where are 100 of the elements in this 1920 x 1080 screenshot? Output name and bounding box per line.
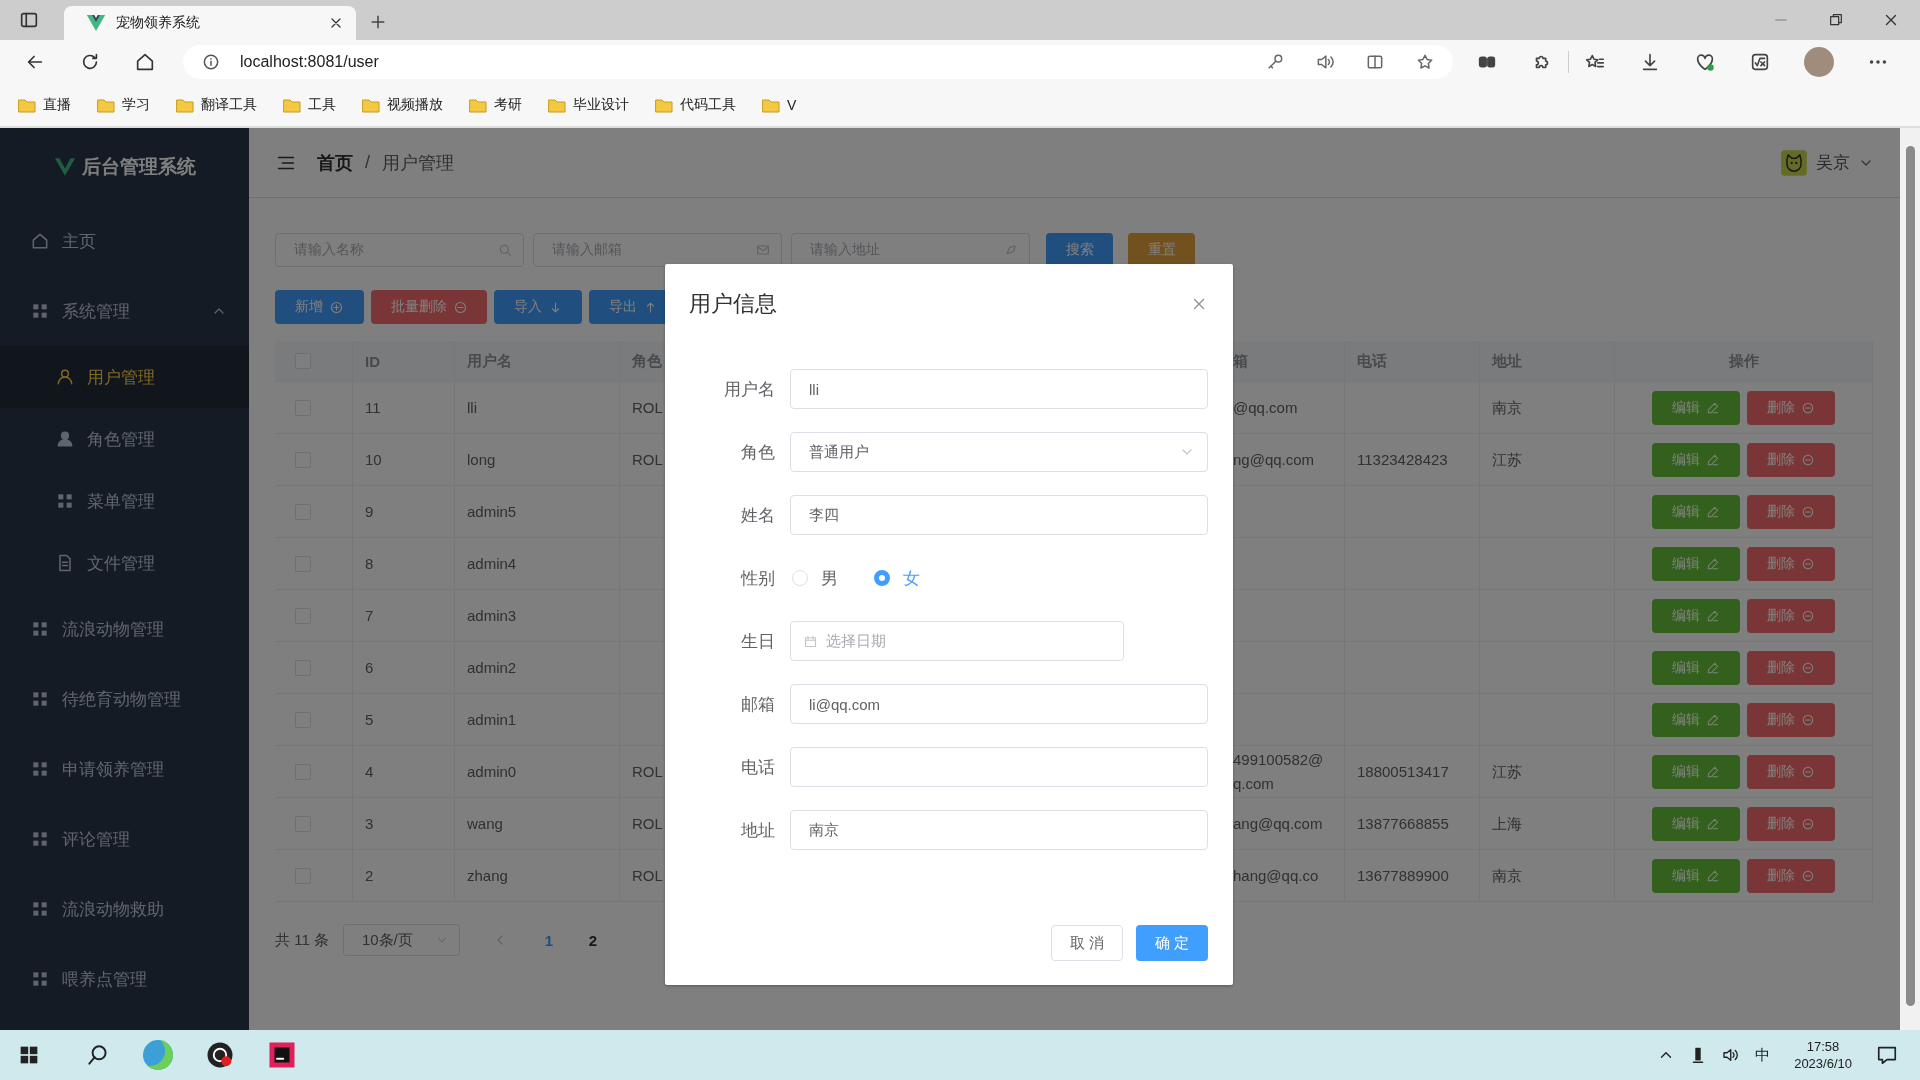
- tab-title: 宠物领养系统: [116, 14, 201, 32]
- import-button[interactable]: 导入: [494, 290, 582, 324]
- delete-button[interactable]: 删除: [1747, 442, 1835, 477]
- text-field[interactable]: 李四: [790, 495, 1208, 535]
- delete-button[interactable]: 删除: [1747, 702, 1835, 737]
- sidebar-item[interactable]: 申请领养管理: [0, 734, 249, 804]
- bookmark[interactable]: 学习: [97, 96, 150, 114]
- breadcrumb-item[interactable]: 首页: [317, 150, 353, 175]
- radio-button[interactable]: [874, 570, 890, 586]
- edit-button[interactable]: 编辑: [1652, 754, 1740, 789]
- address-field[interactable]: localhost:8081/user: [183, 45, 1453, 79]
- select-field[interactable]: 普通用户: [790, 432, 1208, 472]
- bookmark[interactable]: 工具: [283, 96, 336, 114]
- clock-date[interactable]: 2023/6/10: [1794, 1055, 1852, 1072]
- edit-button[interactable]: 编辑: [1652, 806, 1740, 841]
- text-field[interactable]: li@qq.com: [790, 684, 1208, 724]
- bookmark-label: V: [787, 97, 797, 113]
- delete-button[interactable]: 删除: [1747, 390, 1835, 425]
- sidebar-item[interactable]: 文件管理: [0, 532, 249, 594]
- delete-button[interactable]: 删除: [1747, 858, 1835, 893]
- delete-button[interactable]: 删除: [1747, 650, 1835, 685]
- bookmark[interactable]: 翻译工具: [176, 96, 257, 114]
- date-field[interactable]: 选择日期: [790, 621, 1124, 661]
- sidebar-item[interactable]: 流浪动物救助: [0, 874, 249, 944]
- clock-time[interactable]: 17:58: [1806, 1038, 1840, 1055]
- field-label: 用户名: [723, 378, 776, 401]
- device-icon[interactable]: [1691, 1046, 1706, 1064]
- sidebar-item[interactable]: 喂养点管理: [0, 944, 249, 1014]
- bookmark[interactable]: V: [762, 97, 797, 113]
- volume-icon[interactable]: [1721, 1046, 1740, 1064]
- info-icon[interactable]: [201, 52, 221, 72]
- text-field[interactable]: lli: [790, 369, 1208, 409]
- page-size-select[interactable]: 10条/页: [342, 924, 460, 956]
- search-button[interactable]: 搜索: [1046, 232, 1113, 267]
- sidebar-item[interactable]: 评论管理: [0, 804, 249, 874]
- table-cell-text: ng@qq.com: [1233, 449, 1315, 470]
- math-icon[interactable]: [1749, 51, 1771, 73]
- split-screen-icon[interactable]: [1365, 52, 1385, 72]
- sidebar-item[interactable]: 流浪动物管理: [0, 594, 249, 664]
- person-icon: [55, 429, 75, 449]
- delete-button[interactable]: 删除: [1747, 754, 1835, 789]
- calendar-icon: [803, 633, 818, 649]
- scrollbar-thumb[interactable]: [1906, 146, 1915, 1006]
- page-number[interactable]: 1: [537, 931, 560, 949]
- delete-button[interactable]: 删除: [1747, 806, 1835, 841]
- text-field[interactable]: [790, 747, 1208, 787]
- edit-button[interactable]: 编辑: [1652, 494, 1740, 529]
- table-cell-text: 上海: [1492, 813, 1522, 834]
- sidebar-item[interactable]: 菜单管理: [0, 470, 249, 532]
- bookmark[interactable]: 直播: [18, 96, 71, 114]
- table-cell-text: 499100582@ q.com: [1233, 749, 1324, 794]
- recorder-app-icon[interactable]: [205, 1040, 235, 1070]
- breadcrumb-item: 用户管理: [382, 151, 454, 175]
- bookmark[interactable]: 代码工具: [655, 96, 736, 114]
- sidebar-item[interactable]: 用户管理: [0, 346, 249, 408]
- sidebar-item[interactable]: 主页: [0, 206, 249, 276]
- user-name[interactable]: 吴京: [1816, 151, 1850, 174]
- key-icon[interactable]: [1265, 52, 1285, 72]
- add-button[interactable]: 新增: [275, 290, 364, 324]
- sidebar-item[interactable]: 系统管理: [0, 276, 249, 346]
- scrollbar[interactable]: [1900, 128, 1920, 1030]
- radio-label[interactable]: 女: [903, 566, 920, 590]
- page-number[interactable]: 2: [581, 931, 604, 949]
- delete-button[interactable]: 删除: [1747, 598, 1835, 633]
- confirm-button[interactable]: 确 定: [1136, 925, 1208, 961]
- sidebar-item[interactable]: 待绝育动物管理: [0, 664, 249, 734]
- edit-button[interactable]: 编辑: [1652, 858, 1740, 893]
- minus-circle-icon: [1801, 608, 1815, 623]
- restore-icon[interactable]: [1828, 12, 1844, 28]
- batch-delete-button[interactable]: 批量删除: [371, 290, 487, 324]
- browser-tab[interactable]: 宠物领养系统: [64, 6, 356, 40]
- edit-button[interactable]: 编辑: [1652, 390, 1740, 425]
- sidebar-item[interactable]: 角色管理: [0, 408, 249, 470]
- profile-avatar[interactable]: [1804, 47, 1834, 77]
- reset-button[interactable]: 重置: [1128, 232, 1195, 267]
- field-label: 性别: [739, 567, 776, 590]
- edit-button[interactable]: 编辑: [1652, 442, 1740, 477]
- bookmark[interactable]: 考研: [469, 96, 522, 114]
- ide-app-icon[interactable]: [267, 1040, 297, 1070]
- edit-button[interactable]: 编辑: [1652, 650, 1740, 685]
- cancel-button[interactable]: 取 消: [1051, 925, 1123, 961]
- radio-label[interactable]: 男: [821, 566, 838, 590]
- edit-button[interactable]: 编辑: [1652, 546, 1740, 581]
- star-icon[interactable]: [1415, 52, 1435, 72]
- home-icon[interactable]: [134, 51, 156, 73]
- table-cell-text: 11323428423: [1357, 449, 1448, 470]
- notification-icon[interactable]: [1876, 1044, 1898, 1066]
- cat-avatar-icon[interactable]: [1780, 148, 1808, 177]
- heart-icon[interactable]: [1694, 51, 1716, 73]
- bookmark[interactable]: 毕业设计: [548, 96, 629, 114]
- edit-button[interactable]: 编辑: [1652, 598, 1740, 633]
- text-field[interactable]: 南京: [790, 810, 1208, 850]
- delete-button[interactable]: 删除: [1747, 546, 1835, 581]
- input-method-indicator[interactable]: 中: [1755, 1045, 1771, 1065]
- edit-button[interactable]: 编辑: [1652, 702, 1740, 737]
- table-cell-text: ROL: [632, 813, 663, 834]
- windows-start-icon[interactable]: [19, 1045, 39, 1065]
- bookmark[interactable]: 视频播放: [362, 96, 443, 114]
- delete-button[interactable]: 删除: [1747, 494, 1835, 529]
- url-text: localhost:8081/user: [240, 53, 379, 71]
